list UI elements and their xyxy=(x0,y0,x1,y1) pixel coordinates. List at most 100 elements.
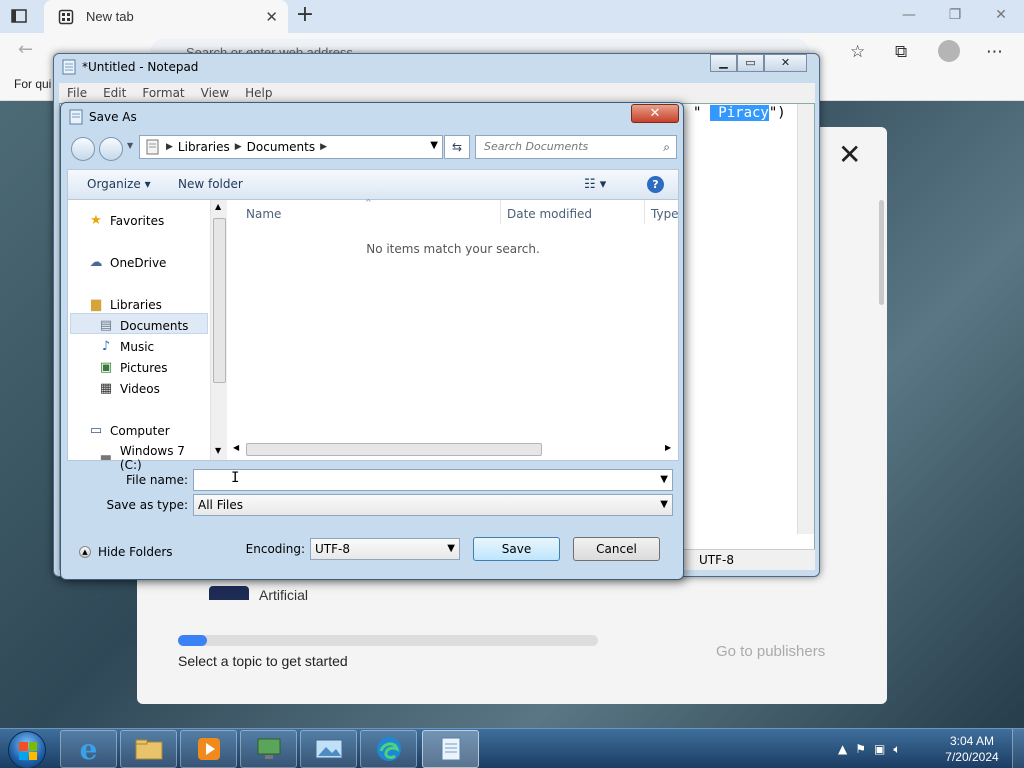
nav-item-libraries[interactable]: ▆ Libraries xyxy=(88,297,162,313)
encoding-select[interactable]: UTF-8 ▼ xyxy=(310,538,460,560)
search-icon: ⌕ xyxy=(663,140,670,154)
save-as-type-label: Save as type: xyxy=(106,498,188,512)
save-as-type-dropdown-icon[interactable]: ▼ xyxy=(660,495,668,515)
nav-item-pictures[interactable]: ▣ Pictures xyxy=(98,360,168,376)
system-tray: ▲ ⚑ ▣ 🔈︎ xyxy=(838,729,909,768)
hide-folders-button[interactable]: ▲ Hide Folders xyxy=(79,545,173,559)
volume-icon[interactable]: 🔈︎ xyxy=(893,742,900,757)
more-menu-icon[interactable]: ⋯ xyxy=(986,42,1003,62)
taskbar-photo-viewer[interactable] xyxy=(300,730,357,768)
back-arrow-icon[interactable]: ← xyxy=(18,39,33,60)
encoding-value: UTF-8 xyxy=(315,542,350,556)
nav-item-videos[interactable]: ▦ Videos xyxy=(98,381,160,397)
encoding-dropdown-icon[interactable]: ▼ xyxy=(447,539,455,559)
file-name-input[interactable]: ▼ xyxy=(193,469,673,491)
browser-window-controls: — ❐ ✕ xyxy=(886,0,1024,30)
scroll-down-icon[interactable]: ▼ xyxy=(215,446,221,455)
show-hidden-icons-icon[interactable]: ▲ xyxy=(838,742,847,756)
notepad-minimize-button[interactable]: ▁ xyxy=(710,54,737,72)
file-name-dropdown-icon[interactable]: ▼ xyxy=(660,470,668,490)
menu-format[interactable]: Format xyxy=(134,83,192,103)
nav-item-computer[interactable]: ▭ Computer xyxy=(88,423,170,439)
show-desktop-button[interactable] xyxy=(1012,729,1024,768)
breadcrumb-chevron-icon[interactable]: ▶ xyxy=(235,142,242,152)
menu-view[interactable]: View xyxy=(193,83,237,103)
notepad-close-button[interactable]: ✕ xyxy=(764,54,807,72)
save-as-close-button[interactable]: ✕ xyxy=(631,104,679,123)
collections-icon[interactable]: ⧉ xyxy=(895,42,907,62)
taskbar-notepad[interactable] xyxy=(422,730,479,768)
favorites-star-icon[interactable]: ☆ xyxy=(850,42,865,62)
forward-button[interactable] xyxy=(99,137,123,161)
address-dropdown-icon[interactable]: ▼ xyxy=(430,140,438,151)
page-scrollbar[interactable] xyxy=(879,200,884,305)
breadcrumb-documents[interactable]: Documents xyxy=(247,140,315,154)
scroll-left-icon[interactable]: ◀ xyxy=(233,443,239,452)
go-to-publishers-link[interactable]: Go to publishers xyxy=(716,643,825,660)
topic-card-title[interactable]: Artificial xyxy=(259,587,308,603)
panel-close-icon[interactable]: ✕ xyxy=(838,138,861,171)
search-input[interactable]: Search Documents ⌕ xyxy=(475,135,677,159)
column-divider[interactable] xyxy=(644,200,645,224)
restore-button[interactable]: ❐ xyxy=(932,0,978,30)
new-folder-button[interactable]: New folder xyxy=(178,177,243,191)
horizontal-scroll-thumb[interactable] xyxy=(246,443,542,456)
libraries-folder-icon: ▆ xyxy=(91,297,101,312)
network-icon[interactable]: ▣ xyxy=(874,742,885,756)
menu-help[interactable]: Help xyxy=(237,83,280,103)
recent-locations-chevron-icon[interactable]: ▼ xyxy=(127,141,133,150)
organize-button[interactable]: Organize ▾ xyxy=(87,177,151,191)
tab-close-button[interactable]: ✕ xyxy=(265,8,278,26)
profile-avatar[interactable] xyxy=(938,40,960,62)
close-button[interactable]: ✕ xyxy=(978,0,1024,30)
navigation-scrollbar[interactable]: ▲ ▼ xyxy=(210,200,227,460)
taskbar-internet-explorer[interactable]: e xyxy=(60,730,117,768)
nav-item-favorites[interactable]: ★ Favorites xyxy=(88,213,164,229)
command-bar: Organize ▾ New folder ☷ ▾ ? xyxy=(67,169,679,199)
taskbar-edge[interactable] xyxy=(360,730,417,768)
taskbar-remote-desktop[interactable] xyxy=(240,730,297,768)
column-header-name[interactable]: Name xyxy=(246,207,281,221)
navigation-scroll-thumb[interactable] xyxy=(213,218,226,383)
topic-card-thumbnail[interactable] xyxy=(209,586,249,600)
nav-item-onedrive[interactable]: ☁ OneDrive xyxy=(88,255,167,271)
save-button[interactable]: Save xyxy=(473,537,560,561)
breadcrumb-libraries[interactable]: Libraries xyxy=(178,140,230,154)
tab-actions-button[interactable] xyxy=(8,6,30,26)
column-divider[interactable] xyxy=(500,200,501,224)
save-as-type-select[interactable]: All Files ▼ xyxy=(193,494,673,516)
menu-file[interactable]: File xyxy=(59,83,95,103)
breadcrumb-chevron-icon[interactable]: ▶ xyxy=(166,142,173,152)
help-icon[interactable]: ? xyxy=(647,176,664,193)
tab-new-tab[interactable]: New tab ✕ xyxy=(44,0,288,33)
notepad-vertical-scrollbar[interactable] xyxy=(797,104,814,534)
refresh-button[interactable]: ⇆ xyxy=(444,135,470,159)
back-button[interactable] xyxy=(71,137,95,161)
nav-item-music[interactable]: ♪ Music xyxy=(98,339,154,355)
tab-title: New tab xyxy=(86,9,134,24)
scroll-up-icon[interactable]: ▲ xyxy=(215,202,221,211)
breadcrumb[interactable]: ▶ Libraries ▶ Documents ▶ ▼ xyxy=(139,135,443,159)
view-options-icon[interactable]: ☷ ▾ xyxy=(584,177,606,192)
column-header-date-modified[interactable]: Date modified xyxy=(507,207,592,221)
start-button[interactable] xyxy=(8,731,46,768)
music-icon: ♪ xyxy=(101,339,111,354)
text-before: " xyxy=(693,105,710,121)
collapse-icon: ▲ xyxy=(79,546,91,558)
notepad-maximize-button[interactable]: ▭ xyxy=(737,54,764,72)
nav-item-drive-c[interactable]: ▬ Windows 7 (C:) xyxy=(98,444,210,472)
minimize-button[interactable]: — xyxy=(886,0,932,30)
nav-item-documents[interactable]: ▤ Documents xyxy=(98,318,189,334)
new-tab-button[interactable]: + xyxy=(292,4,318,28)
taskbar-media-player[interactable] xyxy=(180,730,237,768)
file-list-horizontal-scrollbar[interactable]: ◀ ▶ xyxy=(228,440,678,458)
cancel-button[interactable]: Cancel xyxy=(573,537,660,561)
menu-edit[interactable]: Edit xyxy=(95,83,134,103)
column-header-type[interactable]: Type xyxy=(651,207,679,221)
action-center-flag-icon[interactable]: ⚑ xyxy=(855,742,866,756)
breadcrumb-chevron-icon[interactable]: ▶ xyxy=(320,142,327,152)
text-after: ") xyxy=(768,105,786,121)
taskbar-file-explorer[interactable] xyxy=(120,730,177,768)
clock[interactable]: 3:04 AM 7/20/2024 xyxy=(940,733,1004,765)
scroll-right-icon[interactable]: ▶ xyxy=(665,443,671,452)
